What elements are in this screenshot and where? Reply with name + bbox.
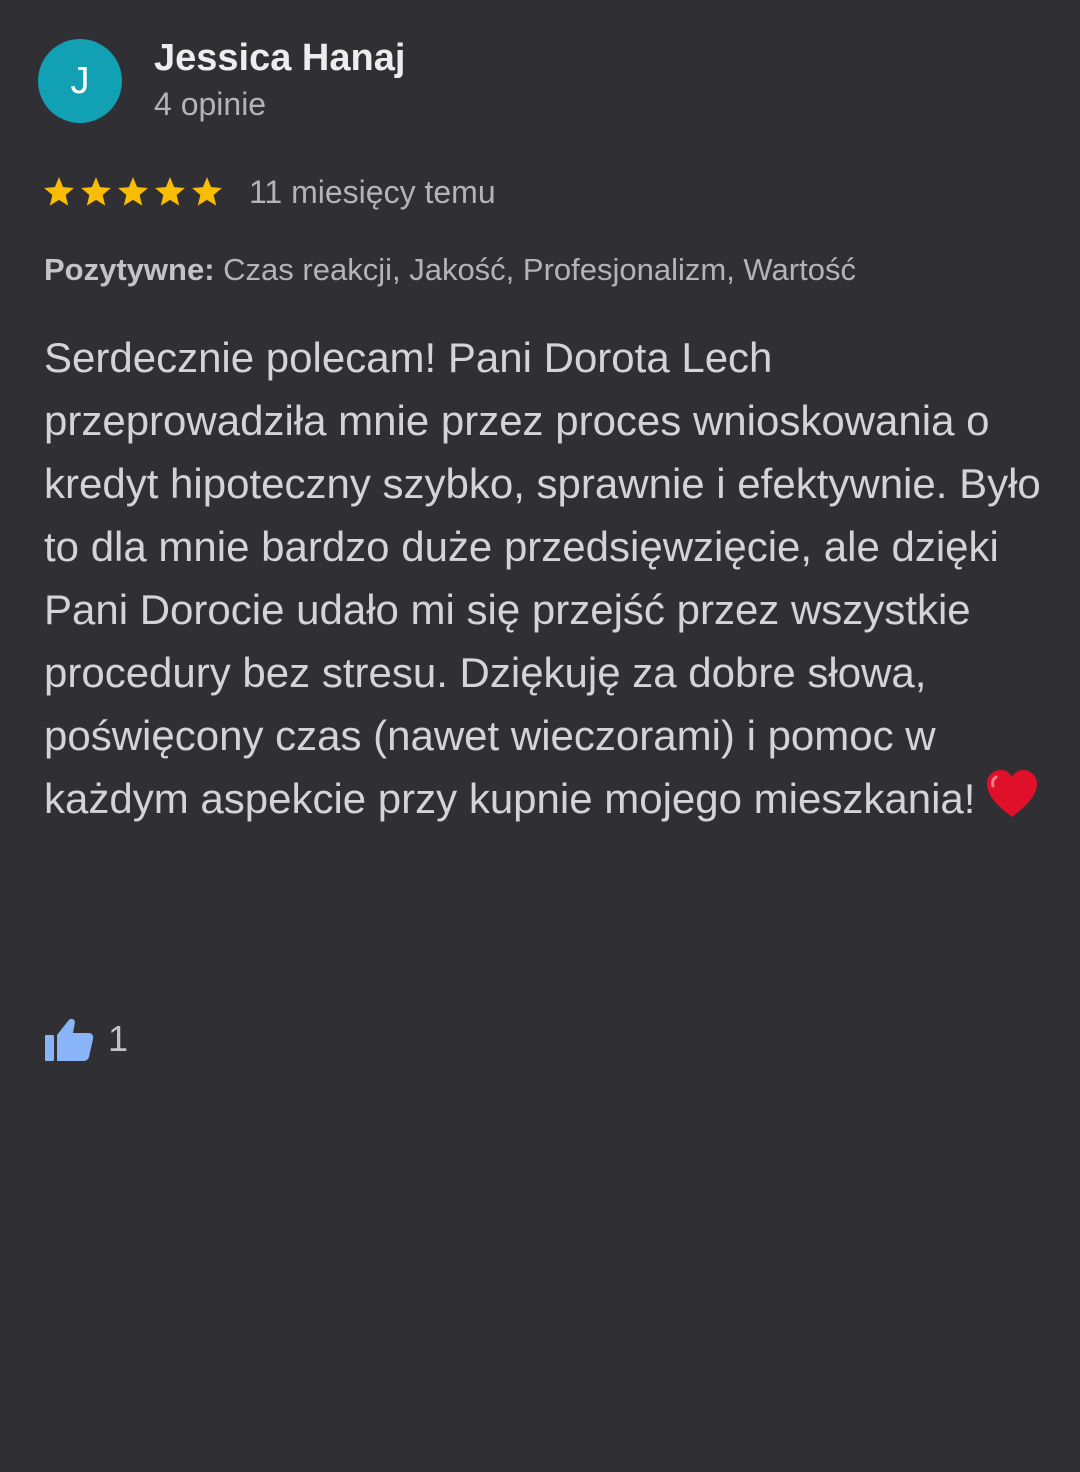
star-icon [44, 177, 74, 206]
heart-emoji [987, 770, 1038, 817]
review-body: Serdecznie polecam! Pani Dorota Lech prz… [44, 326, 1044, 830]
rating-row: 11 miesięcy temu [42, 172, 496, 212]
star-icon [155, 177, 185, 206]
author-name[interactable]: Jessica Hanaj [154, 36, 405, 80]
avatar-initial: J [70, 60, 90, 102]
like-count: 1 [108, 1018, 129, 1059]
attributes-label: Pozytywne: [44, 252, 215, 287]
star-rating [42, 175, 227, 209]
review-text: Serdecznie polecam! Pani Dorota Lech prz… [44, 334, 1041, 822]
like-row: 1 [44, 1014, 128, 1064]
attributes-values: Czas reakcji, Jakość, Profesjonalizm, Wa… [223, 252, 856, 287]
review-date: 11 miesięcy temu [249, 174, 496, 210]
review-card: J Jessica Hanaj 4 opinie 11 miesięcy tem… [0, 0, 1080, 1472]
star-icon [81, 177, 111, 206]
star-icon [118, 177, 148, 206]
thumbs-up-icon[interactable] [44, 1016, 94, 1062]
avatar[interactable]: J [38, 39, 122, 123]
author-review-count[interactable]: 4 opinie [154, 86, 266, 122]
positive-attributes: Pozytywne: Czas reakcji, Jakość, Profesj… [44, 250, 856, 290]
star-icon [192, 177, 222, 206]
